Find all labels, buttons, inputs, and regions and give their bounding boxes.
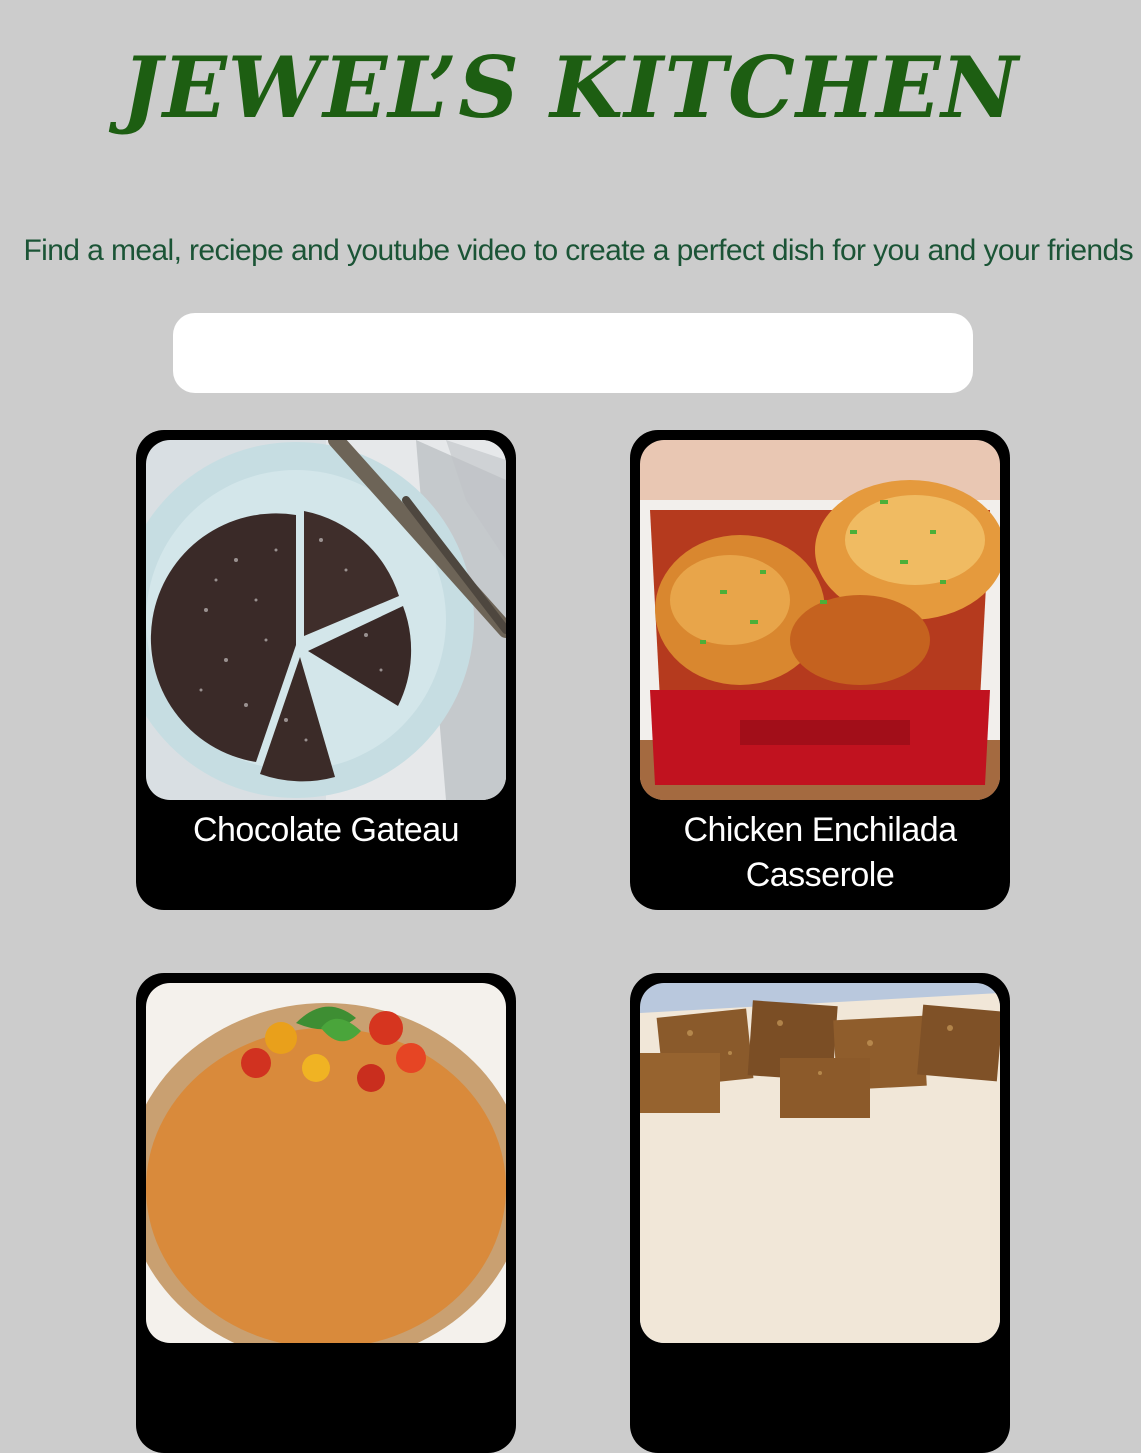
- meal-image[interactable]: [640, 983, 1000, 1343]
- meal-card[interactable]: [630, 973, 1010, 1453]
- meal-image[interactable]: [640, 440, 1000, 800]
- meal-image[interactable]: [146, 983, 506, 1343]
- tagline: Find a meal, reciepe and youtube video t…: [23, 234, 1133, 267]
- site-title: JEWEL’S KITCHEN: [121, 38, 1020, 137]
- meal-card[interactable]: [136, 973, 516, 1453]
- meal-title[interactable]: Chicken Enchilada Casserole: [650, 808, 990, 898]
- meal-card[interactable]: Chicken Enchilada Casserole: [630, 430, 1010, 910]
- meal-image[interactable]: [146, 440, 506, 800]
- search-input[interactable]: [173, 313, 973, 393]
- meal-card[interactable]: Chocolate Gateau: [136, 430, 516, 910]
- meal-title[interactable]: Chocolate Gateau: [156, 808, 496, 853]
